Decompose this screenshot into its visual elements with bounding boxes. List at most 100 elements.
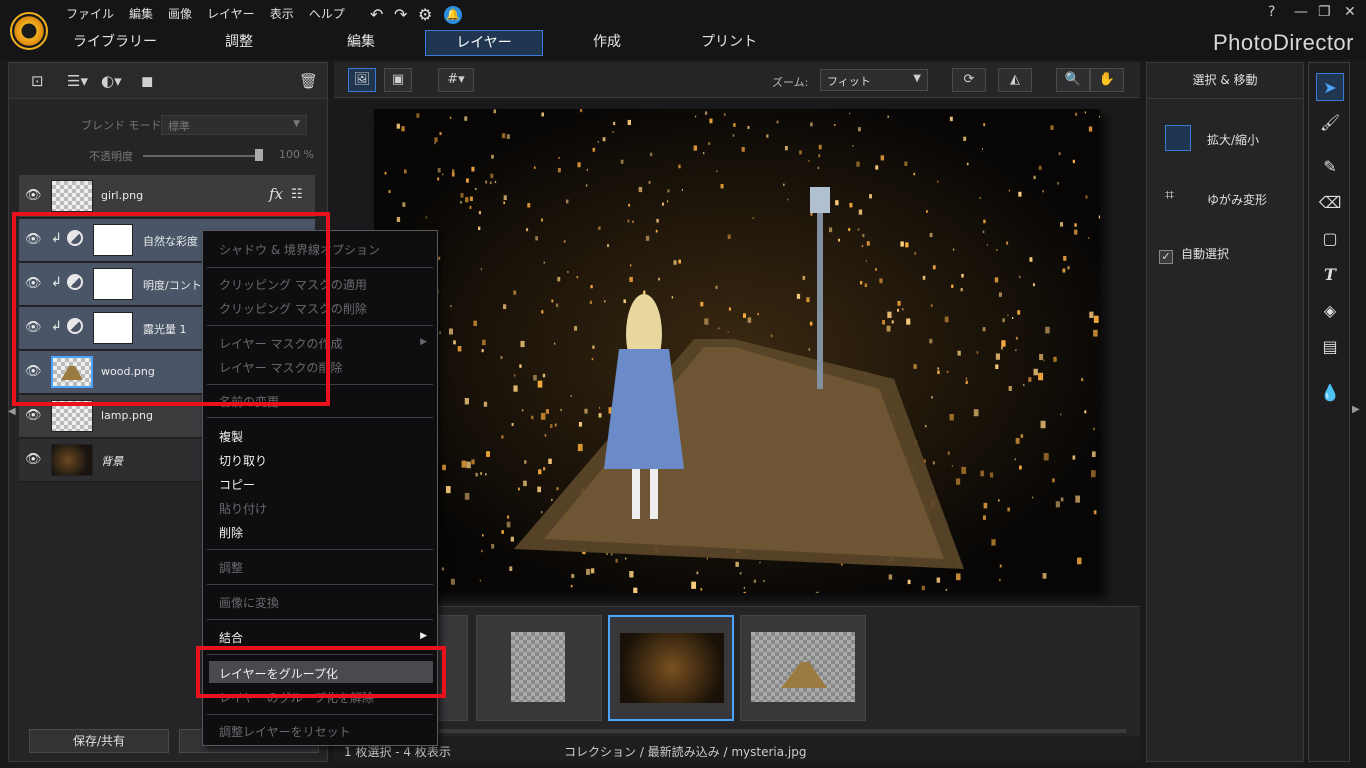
flip-button[interactable]: ◭ [998,68,1032,92]
tab-create[interactable]: 作成 [552,30,662,56]
pan-tool-button[interactable]: ✋ [1090,68,1124,92]
menu-item-convert-image[interactable]: 画像に変換 [219,594,279,611]
lantern-glow [947,451,950,455]
lantern-glow [681,189,683,191]
auto-select-checkbox[interactable]: ✓ 自動選択 [1159,245,1229,264]
close-button[interactable]: ✕ [1344,4,1356,20]
view-single-button[interactable]: 🖼 [348,68,376,92]
lantern-glow [986,244,988,246]
rotate-button[interactable]: ⟳ [952,68,986,92]
hand-icon: ✋ [1098,72,1116,87]
filmstrip-thumb[interactable] [476,615,602,721]
lantern-glow [549,424,553,429]
menu-item-cut[interactable]: 切り取り [219,452,267,469]
trash-icon[interactable]: 🗑 [299,72,318,90]
opacity-slider-thumb[interactable] [255,149,263,161]
bell-icon[interactable]: 🔔 [444,6,462,24]
photo-canvas[interactable] [374,109,1100,593]
text-tool[interactable]: T [1316,261,1344,289]
composite-photo [374,109,1100,593]
eye-icon[interactable]: 👁 [25,188,42,203]
menu-view[interactable]: 表示 [270,5,303,25]
lantern-glow [913,172,916,176]
menu-image[interactable]: 画像 [168,5,201,25]
lantern-glow [521,409,524,412]
lantern-glow [957,350,961,356]
menu-item-copy[interactable]: コピー [219,476,255,493]
lantern-glow [678,164,681,169]
grid-button[interactable]: #▾ [438,68,474,92]
mask-icon[interactable]: ◼ [141,72,153,90]
lantern-glow [556,487,559,491]
gradient-tool[interactable]: ▤ [1316,333,1344,361]
adjustment-layer-icon[interactable]: ◐▾ [101,72,122,90]
lantern-glow [545,409,549,414]
lantern-glow [1031,496,1034,499]
lantern-glow [1091,451,1096,458]
redo-icon[interactable]: ↷ [394,5,407,24]
lantern-glow [949,413,954,421]
gear-icon[interactable]: ⚙ [418,5,432,24]
collapse-right-icon[interactable]: ▶ [1352,404,1360,415]
filmstrip-thumb[interactable] [740,615,866,721]
opacity-slider-track[interactable] [143,155,261,157]
tab-library[interactable]: ライブラリー [60,30,170,56]
filmstrip-thumb-selected[interactable] [608,615,734,721]
shape-tool[interactable]: ▢ [1316,225,1344,253]
brush-tool[interactable]: 🖌 [1316,109,1344,137]
menu-item-merge[interactable]: 結合 [219,629,243,646]
lantern-glow [438,256,441,260]
lantern-glow [913,364,917,369]
blur-tool[interactable]: 💧 [1316,379,1344,407]
new-layer-icon[interactable]: ⊡ [31,72,44,90]
sliders-icon[interactable]: ☷ [291,187,303,202]
fill-tool[interactable]: ◈ [1316,297,1344,325]
tab-layer[interactable]: レイヤー [425,30,543,56]
menu-layer[interactable]: レイヤー [207,5,264,25]
zoom-tool-button[interactable]: 🔍 [1056,68,1090,92]
wood-shape-icon [781,662,827,688]
menu-file[interactable]: ファイル [66,5,123,25]
eye-icon[interactable]: 👁 [25,408,42,423]
eye-icon[interactable]: 👁 [25,452,42,467]
view-compare-button[interactable]: ▣ [384,68,412,92]
lantern-glow [989,472,994,478]
fx-icon[interactable]: fx [269,185,283,203]
layer-options-icon[interactable]: ☰▾ [67,72,88,90]
lantern-glow [718,327,720,330]
tab-print[interactable]: プリント [674,30,784,56]
menu-item-delete[interactable]: 削除 [219,524,243,541]
lantern-glow [1018,191,1022,197]
lantern-glow [493,109,497,114]
lantern-glow [732,134,735,137]
eraser-tool[interactable]: ⌫ [1316,189,1344,217]
minimize-button[interactable]: — [1294,4,1308,20]
lantern-glow [810,122,813,127]
help-button[interactable]: ? [1268,4,1275,20]
menu-item-reset-adjustment[interactable]: 調整レイヤーをリセット [219,723,351,740]
chevron-down-icon: ▼ [293,119,300,129]
lantern-glow [752,217,754,220]
lantern-glow [513,385,518,392]
menu-item-duplicate[interactable]: 複製 [219,428,243,445]
menu-item-paste[interactable]: 貼り付け [219,500,267,517]
filmstrip-scrollbar[interactable] [342,729,1126,733]
blend-mode-select[interactable]: 標準 ▼ [161,115,307,135]
tab-adjust[interactable]: 調整 [184,30,294,56]
menu-item-adjust[interactable]: 調整 [219,559,243,576]
filmstrip [334,606,1140,736]
pencil-tool[interactable]: ✎ [1316,153,1344,181]
collapse-left-icon[interactable]: ◀ [8,406,16,417]
menu-help[interactable]: ヘルプ [309,5,354,25]
lantern-glow [482,534,484,537]
save-share-button[interactable]: 保存/共有 [29,729,169,753]
maximize-button[interactable]: ❐ [1318,4,1331,20]
select-move-tool[interactable]: ➤ [1316,73,1344,101]
lantern-glow [1015,438,1020,444]
lantern-glow [607,243,610,248]
undo-icon[interactable]: ↶ [370,5,383,24]
tab-edit[interactable]: 編集 [306,30,416,56]
zoom-select[interactable]: フィット ▼ [820,69,928,91]
menu-edit[interactable]: 編集 [129,5,162,25]
annotation-box-group [196,646,446,698]
